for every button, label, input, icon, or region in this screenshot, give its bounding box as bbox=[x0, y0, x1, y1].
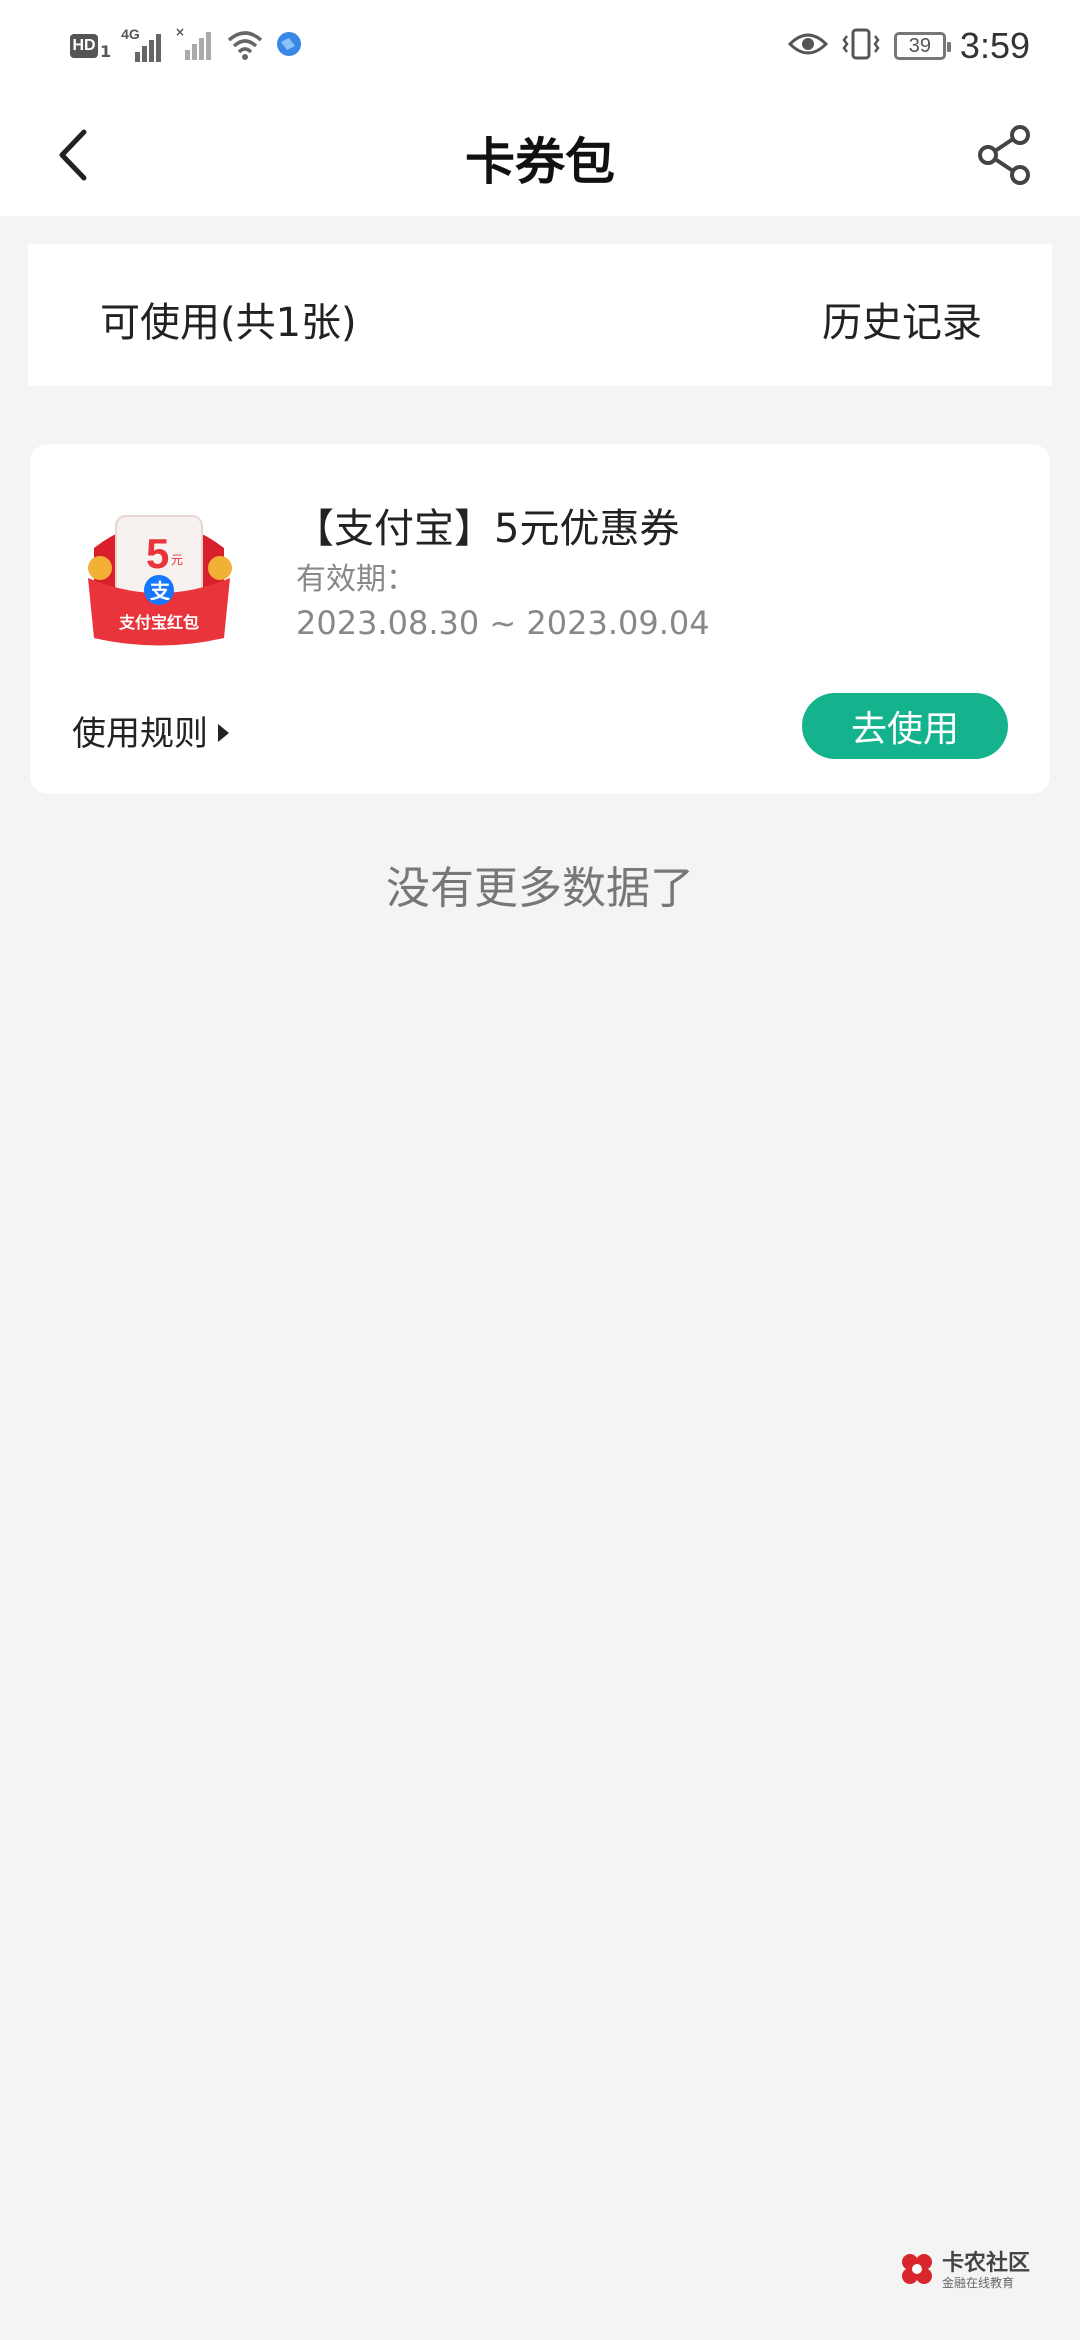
usage-rules-link[interactable]: 使用规则 bbox=[72, 706, 229, 755]
share-icon bbox=[978, 125, 1030, 185]
validity-label: 有效期： bbox=[296, 562, 416, 597]
badge-value: 5 bbox=[146, 530, 169, 577]
status-bar: HD 1 4G × 39 3:59 bbox=[0, 0, 1080, 92]
alipay-logo-icon: 支 bbox=[150, 579, 171, 603]
vibrate-icon bbox=[842, 27, 880, 65]
watermark-sub: 金融在线教育 bbox=[942, 2275, 1015, 2290]
status-left: HD 1 4G × bbox=[70, 24, 303, 68]
status-right: 39 3:59 bbox=[787, 24, 1030, 68]
vpn-globe-icon bbox=[275, 30, 303, 62]
svg-text:×: × bbox=[175, 26, 185, 39]
kanong-logo-icon bbox=[900, 2252, 934, 2290]
signal-no-sim-icon: × bbox=[175, 25, 215, 66]
validity-range: 2023.08.30 ~ 2023.09.04 bbox=[296, 604, 710, 642]
watermark: 卡农社区 金融在线教育 bbox=[900, 2246, 1030, 2296]
hd-badge: HD bbox=[70, 34, 98, 58]
no-more-data-text: 没有更多数据了 bbox=[386, 863, 694, 914]
coupon-tabs: 可使用(共1张) 历史记录 bbox=[28, 244, 1052, 386]
coupon-card[interactable]: 5 元 支 支付宝红包 【支付宝】5元优惠券 有效期： 2023.08.30 ~… bbox=[30, 444, 1050, 794]
nav-bar: 卡券包 bbox=[0, 92, 1080, 216]
use-coupon-button[interactable]: 去使用 bbox=[802, 693, 1008, 759]
signal-4g-icon: 4G bbox=[121, 26, 165, 64]
page-title: 卡券包 bbox=[465, 133, 615, 191]
share-button[interactable] bbox=[970, 120, 1040, 190]
tab-history[interactable]: 历史记录 bbox=[822, 290, 982, 348]
eye-comfort-icon bbox=[787, 30, 829, 62]
wifi-icon bbox=[225, 26, 265, 66]
coupon-title: 【支付宝】5元优惠券 bbox=[294, 506, 680, 552]
badge-unit: 元 bbox=[171, 553, 183, 567]
sim-index: 1 bbox=[100, 41, 112, 61]
clock: 3:59 bbox=[959, 25, 1030, 66]
usage-rules-label: 使用规则 bbox=[72, 714, 208, 754]
caret-right-icon bbox=[218, 723, 229, 742]
battery-icon: 39 bbox=[893, 32, 951, 60]
badge-caption: 支付宝红包 bbox=[118, 613, 199, 632]
tab-available[interactable]: 可使用(共1张) bbox=[100, 290, 357, 348]
alipay-red-packet-image: 5 元 支 支付宝红包 bbox=[74, 488, 244, 658]
watermark-name: 卡农社区 bbox=[942, 2251, 1031, 2277]
